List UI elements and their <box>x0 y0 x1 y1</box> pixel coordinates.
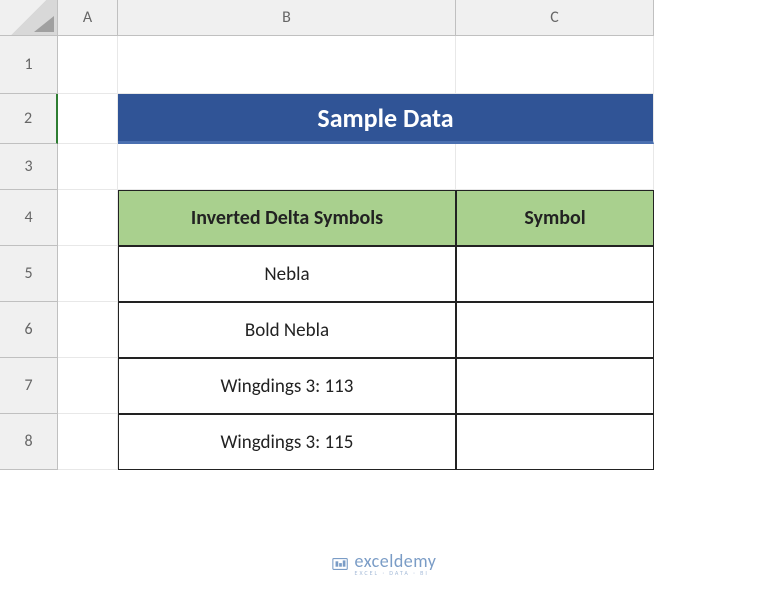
cell-a3[interactable] <box>58 144 118 190</box>
col-header-b[interactable]: B <box>118 0 456 36</box>
row-header-3[interactable]: 3 <box>0 144 58 190</box>
table-row[interactable] <box>456 358 654 414</box>
banner-title[interactable]: Sample Data <box>118 94 654 144</box>
cell-a5[interactable] <box>58 246 118 302</box>
row-header-2[interactable]: 2 <box>0 94 58 144</box>
table-row[interactable]: Wingdings 3: 115 <box>118 414 456 470</box>
table-row[interactable] <box>456 302 654 358</box>
row-header-8[interactable]: 8 <box>0 414 58 470</box>
cell-a1[interactable] <box>58 36 118 94</box>
table-row[interactable] <box>456 246 654 302</box>
spreadsheet-grid: A B C 1 2 Sample Data 3 4 Inverted Delta… <box>0 0 767 470</box>
watermark-brand: exceldemy <box>355 552 437 570</box>
watermark-text: exceldemy EXCEL · DATA · BI <box>355 552 437 576</box>
cell-b1[interactable] <box>118 36 456 94</box>
row-header-4[interactable]: 4 <box>0 190 58 246</box>
cell-c3[interactable] <box>456 144 654 190</box>
watermark-tagline: EXCEL · DATA · BI <box>355 570 437 576</box>
row-header-7[interactable]: 7 <box>0 358 58 414</box>
table-row[interactable] <box>456 414 654 470</box>
cell-a7[interactable] <box>58 358 118 414</box>
col-header-c[interactable]: C <box>456 0 654 36</box>
table-row[interactable]: Nebla <box>118 246 456 302</box>
select-all-corner[interactable] <box>0 0 58 36</box>
cell-a8[interactable] <box>58 414 118 470</box>
watermark: exceldemy EXCEL · DATA · BI <box>331 552 437 576</box>
exceldemy-logo-icon <box>331 555 349 573</box>
table-row[interactable]: Wingdings 3: 113 <box>118 358 456 414</box>
col-header-a[interactable]: A <box>58 0 118 36</box>
cell-a2[interactable] <box>58 94 118 144</box>
row-header-1[interactable]: 1 <box>0 36 58 94</box>
cell-a4[interactable] <box>58 190 118 246</box>
row-header-5[interactable]: 5 <box>0 246 58 302</box>
table-header-symbol[interactable]: Symbol <box>456 190 654 246</box>
table-row[interactable]: Bold Nebla <box>118 302 456 358</box>
cell-b3[interactable] <box>118 144 456 190</box>
row-header-6[interactable]: 6 <box>0 302 58 358</box>
cell-c1[interactable] <box>456 36 654 94</box>
table-header-symbols[interactable]: Inverted Delta Symbols <box>118 190 456 246</box>
cell-a6[interactable] <box>58 302 118 358</box>
